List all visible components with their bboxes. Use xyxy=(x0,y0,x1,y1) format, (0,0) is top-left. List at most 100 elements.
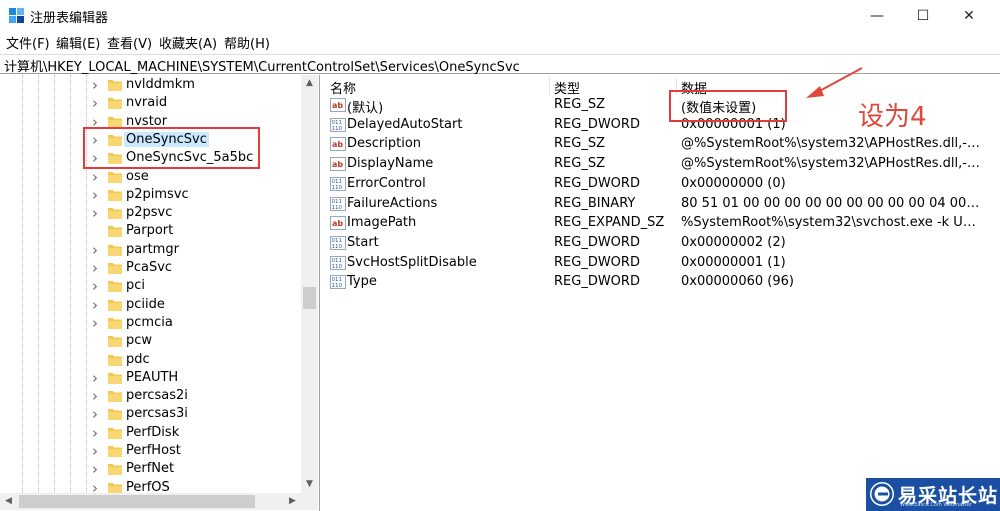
menu-edit[interactable]: 编辑(E) xyxy=(56,33,100,52)
folder-icon xyxy=(108,334,122,348)
value-row[interactable]: 011 110 Start REG_DWORD 0x00000002 (2) xyxy=(324,233,1000,253)
tree-item[interactable]: › p2psvc xyxy=(0,204,300,222)
tree-item[interactable]: › pci xyxy=(0,277,300,295)
binary-value-icon: 011 110 xyxy=(330,275,346,290)
folder-icon xyxy=(108,444,122,457)
value-row[interactable]: ab Description REG_SZ @%SystemRoot%\system3… xyxy=(324,134,1000,154)
value-name: ImagePath xyxy=(347,215,417,231)
value-name: DisplayName xyxy=(347,156,434,172)
value-row[interactable]: 011 110 FailureActions REG_BINARY 80 51 01 0… xyxy=(324,194,1000,214)
tree-vertical-scrollbar[interactable]: ▲ ▼ xyxy=(301,75,318,493)
tree-item[interactable]: › nvraid xyxy=(0,94,300,112)
value-row[interactable]: 011 110 SvcHostSplitDisable REG_DWORD 0x0000… xyxy=(324,253,1000,273)
tree-item[interactable]: › percsas2i xyxy=(0,387,300,405)
tree-item-label: Parport xyxy=(126,223,174,239)
value-row[interactable]: ab ImagePath REG_EXPAND_SZ %SystemRoot%\sys… xyxy=(324,213,1000,233)
value-data: @%SystemRoot%\system32\APHostRes.dll,-10… xyxy=(681,136,981,152)
chevron-right-icon[interactable]: › xyxy=(92,389,102,404)
value-type: REG_EXPAND_SZ xyxy=(554,215,665,231)
values-list-pane[interactable]: 名称 类型 数据 ab (默认) REG_SZ (数值未设置) 011 110 Delaye… xyxy=(324,75,1000,511)
folder-icon xyxy=(108,407,122,421)
tree-horizontal-scrollbar[interactable]: ◀ ▶ xyxy=(0,493,301,510)
chevron-right-icon[interactable]: › xyxy=(92,480,102,495)
value-type: REG_BINARY xyxy=(554,195,636,211)
scroll-down-icon[interactable]: ▼ xyxy=(301,476,318,493)
annotation-arrow-icon xyxy=(806,67,863,98)
chevron-right-icon[interactable]: › xyxy=(92,206,102,221)
folder-icon xyxy=(108,353,122,366)
tree-item[interactable]: › ose xyxy=(0,168,300,186)
chevron-right-icon[interactable]: › xyxy=(92,444,102,459)
chevron-right-icon[interactable]: › xyxy=(92,114,102,129)
folder-icon xyxy=(108,261,122,274)
value-type: REG_DWORD xyxy=(554,116,640,132)
menu-help[interactable]: 帮助(H) xyxy=(224,33,270,52)
tree-item[interactable]: › pciide xyxy=(0,296,300,314)
value-row[interactable]: 011 110 ErrorControl REG_DWORD 0x00000000 (0… xyxy=(324,174,1000,194)
chevron-right-icon[interactable]: › xyxy=(92,315,102,330)
value-data: 0x00000002 (2) xyxy=(681,234,786,250)
tree-item[interactable]: › p2pimsvc xyxy=(0,186,300,204)
tree-item[interactable]: Parport xyxy=(0,222,300,240)
binary-value-icon: 011 110 xyxy=(330,235,346,250)
scroll-left-icon[interactable]: ◀ xyxy=(0,493,17,510)
address-path[interactable]: 计算机\HKEY_LOCAL_MACHINE\SYSTEM\CurrentCon… xyxy=(4,56,520,75)
column-header-name[interactable]: 名称 xyxy=(330,78,356,97)
value-data: 0x00000001 (1) xyxy=(681,254,786,270)
close-icon: ✕ xyxy=(963,8,975,24)
tree-item-label: nvlddmkm xyxy=(126,77,195,92)
svg-text:110: 110 xyxy=(332,283,343,289)
chevron-right-icon[interactable]: › xyxy=(92,297,102,312)
value-row[interactable]: 011 110 Type REG_DWORD 0x00000060 (96) xyxy=(324,272,1000,292)
chevron-right-icon[interactable]: › xyxy=(92,370,102,385)
annotation-text: 设为4 xyxy=(858,102,927,132)
tree-item[interactable]: pcw xyxy=(0,332,300,350)
tree-item[interactable]: › PerfHost xyxy=(0,442,300,460)
column-header-type[interactable]: 类型 xyxy=(554,78,580,97)
folder-icon xyxy=(108,371,122,384)
menu-favorites[interactable]: 收藏夹(A) xyxy=(159,33,217,52)
watermark-logo-icon xyxy=(870,482,894,506)
chevron-right-icon[interactable]: › xyxy=(92,462,102,477)
chevron-right-icon[interactable]: › xyxy=(92,96,102,111)
tree-item[interactable]: › nvlddmkm xyxy=(0,76,300,94)
scroll-up-icon[interactable]: ▲ xyxy=(301,75,318,92)
minimize-button[interactable]: — xyxy=(854,0,900,32)
tree-item[interactable]: › PcaSvc xyxy=(0,259,300,277)
folder-icon xyxy=(108,115,122,128)
folder-icon xyxy=(108,279,122,293)
chevron-right-icon[interactable]: › xyxy=(92,169,102,184)
tree-item[interactable]: › partmgr xyxy=(0,241,300,259)
value-data: @%SystemRoot%\system32\APHostRes.dll,-10… xyxy=(681,156,981,172)
tree-item[interactable]: pdc xyxy=(0,351,300,369)
value-data: %SystemRoot%\system32\svchost.exe -k Uni… xyxy=(681,215,981,231)
scroll-thumb[interactable] xyxy=(19,495,255,508)
menu-file[interactable]: 文件(F) xyxy=(6,33,50,52)
menu-view[interactable]: 查看(V) xyxy=(107,33,152,52)
tree-item[interactable]: › PerfNet xyxy=(0,460,300,478)
tree-item[interactable]: › percsas3i xyxy=(0,405,300,423)
value-row[interactable]: ab DisplayName REG_SZ @%SystemRoot%\system3… xyxy=(324,154,1000,174)
scroll-thumb[interactable] xyxy=(303,287,316,309)
svg-text:110: 110 xyxy=(332,205,343,211)
tree-item-label: pcw xyxy=(126,333,153,349)
menu-bar: 文件(F) 编辑(E) 查看(V) 收藏夹(A) 帮助(H) xyxy=(0,32,1000,52)
maximize-icon: ☐ xyxy=(916,8,930,24)
chevron-right-icon[interactable]: › xyxy=(92,261,102,276)
chevron-right-icon[interactable]: › xyxy=(92,242,102,257)
chevron-right-icon[interactable]: › xyxy=(92,425,102,440)
close-button[interactable]: ✕ xyxy=(946,0,992,32)
maximize-button[interactable]: ☐ xyxy=(900,0,946,32)
scroll-right-icon[interactable]: ▶ xyxy=(284,493,301,510)
tree-item[interactable]: › PEAUTH xyxy=(0,369,300,387)
chevron-right-icon[interactable]: › xyxy=(92,187,102,202)
chevron-right-icon[interactable]: › xyxy=(92,407,102,422)
column-separator[interactable] xyxy=(549,77,550,95)
tree-item[interactable]: › pcmcia xyxy=(0,314,300,332)
tree-item-label: ose xyxy=(126,168,149,184)
tree-item[interactable]: › PerfDisk xyxy=(0,424,300,442)
tree-item-label: nvraid xyxy=(126,95,168,111)
chevron-right-icon[interactable]: › xyxy=(92,78,102,93)
folder-icon xyxy=(108,78,122,91)
chevron-right-icon[interactable]: › xyxy=(92,279,102,294)
